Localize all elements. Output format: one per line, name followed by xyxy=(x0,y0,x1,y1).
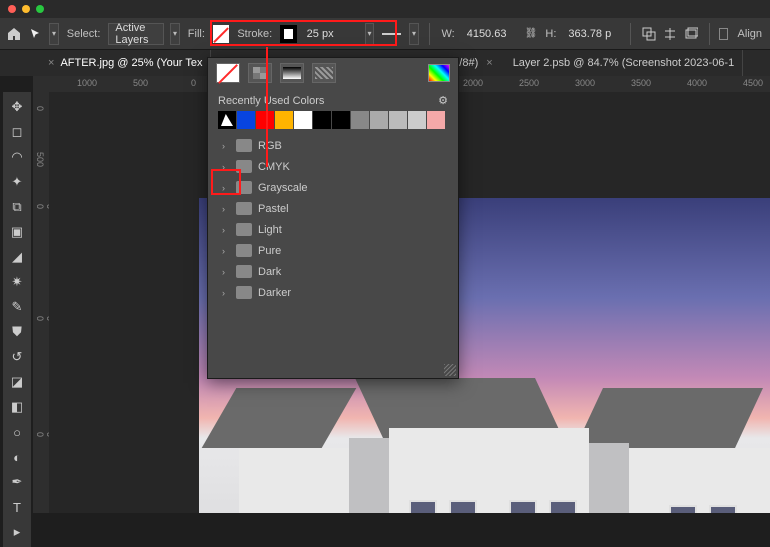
stamp-tool-icon[interactable]: ⛊ xyxy=(6,321,28,343)
stroke-style-caret[interactable]: ▾ xyxy=(409,23,419,45)
path-align-icon[interactable] xyxy=(662,22,677,46)
tab-close-icon[interactable]: × xyxy=(486,57,492,69)
width-field[interactable] xyxy=(463,23,519,45)
panel-gear-icon[interactable]: ⚙ xyxy=(438,94,448,107)
tools-panel: ✥ ◻ ◠ ✦ ⧉ ▣ ◢ ✷ ✎ ⛊ ↺ ◪ ◧ ○ ◐ ✒ T ▸ xyxy=(3,92,31,547)
swatch-folders[interactable]: ›RGB ›CMYK ›Grayscale ›Pastel ›Light ›Pu… xyxy=(208,135,458,303)
folder-cmyk[interactable]: ›CMYK xyxy=(208,156,450,177)
link-wh-icon[interactable]: ⛓ xyxy=(525,22,538,46)
tab-label: AFTER.jpg @ 25% (Your Tex xyxy=(60,57,202,69)
swatch-gray1[interactable] xyxy=(351,111,369,129)
swatch-white[interactable] xyxy=(294,111,312,129)
color-preview-icon[interactable] xyxy=(428,64,450,82)
pattern-mode-icon[interactable] xyxy=(312,63,336,83)
path-arrange-icon[interactable] xyxy=(683,22,698,46)
swatch-red[interactable] xyxy=(256,111,274,129)
dodge-tool-icon[interactable]: ◐ xyxy=(6,446,28,468)
swatch-blue[interactable] xyxy=(237,111,255,129)
folder-grayscale[interactable]: ›Grayscale xyxy=(208,177,450,198)
tab-label: Layer 2.psb @ 84.7% (Screenshot 2023-06-… xyxy=(513,57,735,69)
tab-after-jpg[interactable]: × AFTER.jpg @ 25% (Your Tex xyxy=(40,50,211,76)
height-field[interactable] xyxy=(564,23,620,45)
color-picker-panel: Recently Used Colors ⚙ ›RGB ›CMYK ›Grays… xyxy=(207,57,459,379)
ruler-vertical[interactable]: 0 500 500 1000 1500 xyxy=(33,92,49,513)
close-window-icon[interactable] xyxy=(8,5,16,13)
minimize-window-icon[interactable] xyxy=(22,5,30,13)
swatch-row xyxy=(208,109,458,135)
brush-tool-icon[interactable]: ✎ xyxy=(6,296,28,318)
swatch-black3[interactable] xyxy=(332,111,350,129)
options-bar: ▾ Select: Active Layers ▾ Fill: Stroke: … xyxy=(0,18,770,50)
blur-tool-icon[interactable]: ○ xyxy=(6,421,28,443)
gradient-mode-icon[interactable] xyxy=(280,63,304,83)
home-icon[interactable] xyxy=(6,22,22,46)
eraser-tool-icon[interactable]: ◪ xyxy=(6,371,28,393)
stroke-swatch[interactable] xyxy=(280,25,296,43)
swatch-orange[interactable] xyxy=(275,111,293,129)
swatch-pink[interactable] xyxy=(427,111,445,129)
swatch-black2[interactable] xyxy=(313,111,331,129)
path-ops-icon[interactable] xyxy=(641,22,656,46)
gradient-tool-icon[interactable]: ◧ xyxy=(6,396,28,418)
no-color-mode-icon[interactable] xyxy=(216,63,240,83)
stroke-style-preview[interactable] xyxy=(382,33,401,35)
swatch-gray3[interactable] xyxy=(389,111,407,129)
stroke-width-caret[interactable]: ▾ xyxy=(365,23,375,45)
folder-pure[interactable]: ›Pure xyxy=(208,240,450,261)
move-tool-indicator-icon[interactable] xyxy=(28,22,43,46)
stroke-label: Stroke: xyxy=(237,28,272,40)
select-mode-dropdown[interactable]: Active Layers xyxy=(108,23,164,45)
width-label: W: xyxy=(441,28,454,40)
select-mode-caret[interactable]: ▾ xyxy=(170,23,180,45)
folder-dark[interactable]: ›Dark xyxy=(208,261,450,282)
frame-tool-icon[interactable]: ▣ xyxy=(6,221,28,243)
crop-tool-icon[interactable]: ⧉ xyxy=(6,196,28,218)
select-label: Select: xyxy=(67,28,101,40)
lasso-tool-icon[interactable]: ◠ xyxy=(6,146,28,168)
move-tool-icon[interactable]: ✥ xyxy=(6,96,28,118)
stroke-width-field[interactable] xyxy=(303,23,359,45)
path-select-tool-icon[interactable]: ▸ xyxy=(6,521,28,543)
align-edges-checkbox[interactable] xyxy=(719,28,727,40)
height-label: H: xyxy=(545,28,556,40)
folder-pastel[interactable]: ›Pastel xyxy=(208,198,450,219)
swatch-gray2[interactable] xyxy=(370,111,388,129)
align-edges-label: Align xyxy=(738,28,762,40)
window-titlebar xyxy=(0,0,770,18)
swatch-gray4[interactable] xyxy=(408,111,426,129)
folder-light[interactable]: ›Light xyxy=(208,219,450,240)
heal-tool-icon[interactable]: ✷ xyxy=(6,271,28,293)
marquee-tool-icon[interactable]: ◻ xyxy=(6,121,28,143)
wand-tool-icon[interactable]: ✦ xyxy=(6,171,28,193)
tab-layer2-psb[interactable]: Layer 2.psb @ 84.7% (Screenshot 2023-06-… xyxy=(505,50,744,76)
maximize-window-icon[interactable] xyxy=(36,5,44,13)
pen-tool-icon[interactable]: ✒ xyxy=(6,471,28,493)
panel-resize-handle[interactable] xyxy=(444,364,456,376)
swatch-black-selected[interactable] xyxy=(218,111,236,129)
type-tool-icon[interactable]: T xyxy=(6,496,28,518)
tool-preset-dropdown[interactable]: ▾ xyxy=(49,23,59,45)
history-brush-tool-icon[interactable]: ↺ xyxy=(6,346,28,368)
fill-swatch[interactable] xyxy=(213,25,229,43)
fill-label: Fill: xyxy=(188,28,205,40)
solid-mode-icon[interactable] xyxy=(248,63,272,83)
recently-used-label: Recently Used Colors xyxy=(218,95,324,107)
folder-darker[interactable]: ›Darker xyxy=(208,282,450,303)
folder-rgb[interactable]: ›RGB xyxy=(208,135,450,156)
eyedropper-tool-icon[interactable]: ◢ xyxy=(6,246,28,268)
